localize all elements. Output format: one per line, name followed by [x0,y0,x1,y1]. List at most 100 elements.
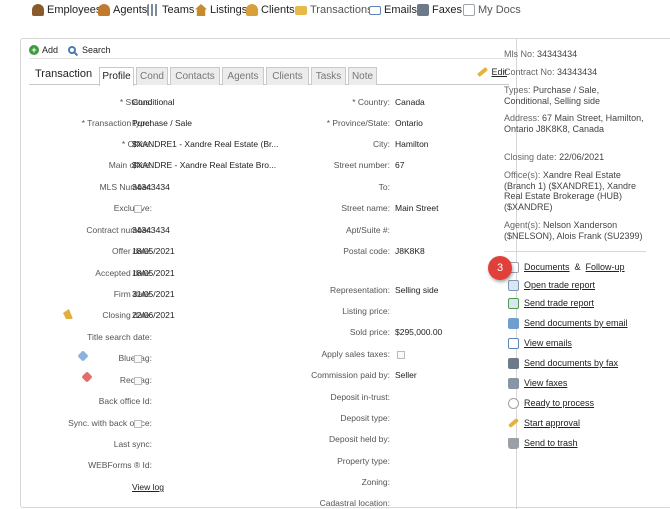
start-approval-action[interactable]: Start approval [508,417,580,429]
field-value: 34343434 [132,182,170,192]
blue-tag-icon [77,350,89,362]
tab-contacts[interactable]: Contacts [170,67,220,85]
field-label: Back office Id: [98,396,152,406]
field-value: 31/05/2021 [132,289,175,299]
view-faxes-action[interactable]: View faxes [508,377,567,389]
documents-link[interactable]: Documents [524,262,570,272]
tabs-title: Transaction [35,68,93,80]
field-value: Canada [395,97,425,107]
exclusive-checkbox[interactable] [134,205,142,213]
summary-separator [504,251,646,252]
nav-teams[interactable]: Teams [147,3,194,17]
field-value: 22/06/2021 [132,310,175,320]
field-label: Sold price: [349,327,390,337]
process-icon [508,397,519,409]
field-label: Deposit type: [340,413,390,423]
broom-icon [63,309,73,319]
sync-back-office-checkbox[interactable] [134,420,142,428]
field-value: Seller [395,370,417,380]
field-value: Selling side [395,285,439,295]
field-label: To: [378,182,390,192]
email-send-icon [508,317,519,329]
red-tag-icon [81,371,93,383]
field-label: Last sync: [113,439,152,449]
tab-profile[interactable]: Profile [99,67,134,86]
search-button[interactable]: Search [68,45,111,55]
apply-sales-taxes-checkbox[interactable] [397,351,405,359]
agents-icon [98,4,110,16]
document-icon [463,4,475,16]
field-label: Deposit held by: [329,434,390,444]
field-label: Commission paid by: [311,370,390,380]
step-badge: 3 [488,256,512,280]
field-value: 18/05/2021 [132,268,175,278]
send-report-icon [508,297,519,309]
summary-contract: Contract No: 34343434 [504,67,598,77]
tab-note[interactable]: Note [348,67,377,85]
house-icon [195,4,207,16]
summary-address: Address: 67 Main Street, Hamilton, Ontar… [504,113,644,134]
field-label: Property type: [337,456,390,466]
nav-agents[interactable]: Agents [98,3,147,17]
tab-cond[interactable]: Cond [136,67,168,85]
field-label: WEBForms ® Id: [88,460,152,470]
nav-my-docs[interactable]: My Docs [463,3,521,17]
summary-agents: Agent(s): Nelson Xanderson ($NELSON), Al… [504,220,643,241]
field-label: Listing price: [342,306,390,316]
tab-tasks[interactable]: Tasks [311,67,346,85]
field-value: 18/05/2021 [132,246,175,256]
tabs-bar: Transaction Profile Cond Contacts Agents… [29,65,509,86]
trash-icon [508,437,519,449]
field-value: 67 [395,160,405,170]
nav-faxes[interactable]: Faxes [417,3,462,17]
send-documents-fax-action[interactable]: Send documents by fax [508,357,618,369]
blue-tag-checkbox[interactable] [134,355,142,363]
field-label: Exclusive: [113,203,152,213]
add-button[interactable]: + Add [29,45,58,55]
edit-link[interactable]: Edit [477,66,507,78]
tab-clients[interactable]: Clients [266,67,309,85]
open-trade-report-action[interactable]: Open trade report [508,279,595,291]
view-emails-action[interactable]: View emails [508,337,572,349]
envelope-icon [369,5,381,15]
field-label: Apply sales taxes: [321,349,390,359]
field-value: J8K8K8 [395,246,425,256]
field-value: $295,000.00 [395,327,443,337]
envelope-icon [508,337,519,349]
send-to-trash-action[interactable]: Send to trash [508,437,578,449]
clients-icon [246,4,258,16]
fax-send-icon [508,357,519,369]
ready-to-process-action[interactable]: Ready to process [508,397,594,409]
nav-clients[interactable]: Clients [246,3,295,17]
field-label: * Country: [352,97,390,107]
field-label: Representation: [329,285,390,295]
pencil-icon [477,66,489,78]
field-label: Street number: [333,160,390,170]
field-value: Conditional [132,97,175,107]
toolbar: + Add Search [29,42,111,58]
employees-icon [32,4,44,16]
documents-followup-action: Documents & Follow-up [508,261,625,273]
printer-icon [417,4,429,16]
field-label: Street name: [341,203,390,213]
field-value: $XANDRE1 - Xandre Real Estate (Br... [132,139,279,149]
transaction-detail-pane: + Add Search Transaction Profile Cond Con… [21,39,516,509]
send-trade-report-action[interactable]: Send trade report [508,297,594,309]
nav-transactions[interactable]: Transactions [295,3,373,17]
tab-agents[interactable]: Agents [222,67,264,85]
nav-listings[interactable]: Listings [195,3,247,17]
field-label: Title search date: [87,332,152,342]
field-label: Cadastral location: [319,498,390,508]
summary-mls: Mls No: 34343434 [504,49,578,59]
send-documents-email-action[interactable]: Send documents by email [508,317,628,329]
nav-employees[interactable]: Employees [32,3,101,17]
followup-link[interactable]: Follow-up [586,262,625,272]
nav-emails[interactable]: Emails [369,3,417,17]
view-log-link[interactable]: View log [132,482,164,492]
summary-offices: Office(s): Xandre Real Estate (Branch 1)… [504,170,637,212]
field-value: Ontario [395,118,423,128]
field-label: Zoning: [361,477,390,487]
red-tag-checkbox[interactable] [134,377,142,385]
teams-icon [147,4,159,16]
top-navigation: Employees Agents Teams Listings Clients … [0,0,670,22]
